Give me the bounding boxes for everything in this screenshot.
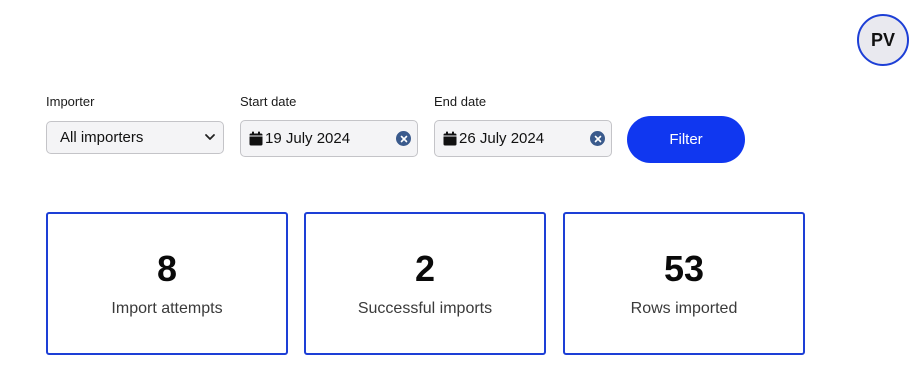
importer-select[interactable]: All importers: [46, 121, 224, 154]
end-date-label: End date: [434, 94, 487, 109]
stat-card-rows-imported: 53 Rows imported: [563, 212, 805, 355]
calendar-icon: [443, 131, 457, 146]
stat-label: Import attempts: [111, 300, 223, 317]
calendar-icon: [249, 131, 263, 146]
stat-value: 53: [663, 248, 705, 289]
end-date-value: 26 July 2024: [459, 130, 545, 147]
clear-icon[interactable]: [396, 131, 411, 146]
importer-label: Importer: [46, 94, 95, 109]
importer-select-value: All importers: [60, 129, 144, 146]
stat-card-successful-imports: 2 Successful imports: [304, 212, 546, 355]
filter-button[interactable]: Filter: [627, 116, 745, 163]
start-date-value: 19 July 2024: [265, 130, 351, 147]
stat-value: 8: [156, 248, 178, 289]
start-date-input[interactable]: 19 July 2024: [240, 120, 418, 157]
stat-card-import-attempts: 8 Import attempts: [46, 212, 288, 355]
start-date-label: Start date: [240, 94, 297, 109]
chevron-down-icon: [205, 134, 215, 140]
stat-value: 2: [414, 248, 436, 289]
user-avatar[interactable]: PV: [857, 14, 909, 66]
stat-label: Rows imported: [630, 300, 738, 317]
clear-icon[interactable]: [590, 131, 605, 146]
end-date-input[interactable]: 26 July 2024: [434, 120, 612, 157]
stat-label: Successful imports: [357, 300, 493, 317]
